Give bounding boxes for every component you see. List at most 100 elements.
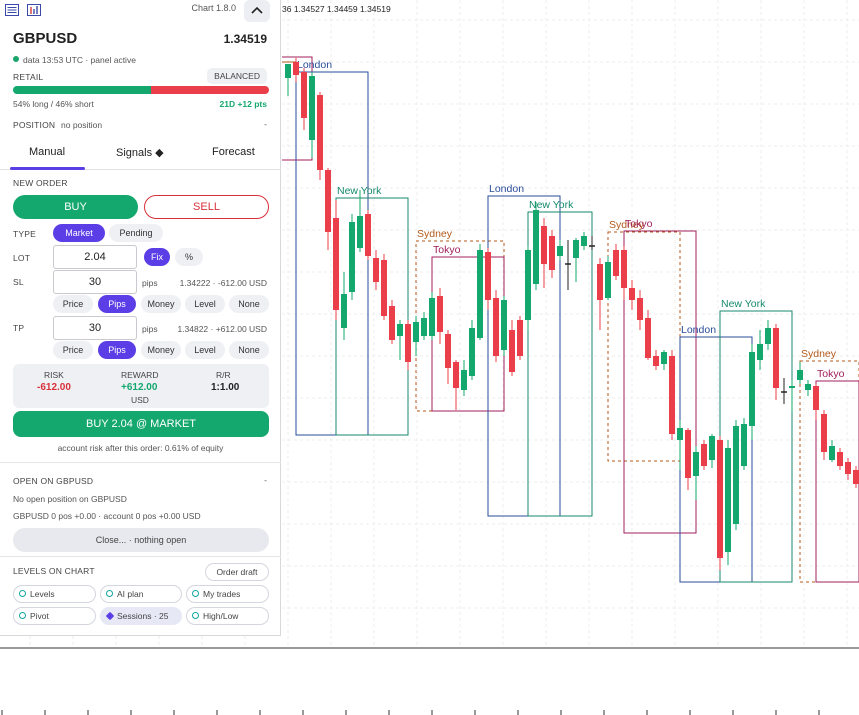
open-positions-dash: - xyxy=(264,475,267,485)
divider xyxy=(0,556,281,557)
tp-unit-price[interactable]: Price xyxy=(53,341,93,359)
chip-sessions[interactable]: Sessions · 25 xyxy=(100,607,182,625)
tp-unit-pips[interactable]: Pips xyxy=(98,341,136,359)
order-draft-button[interactable]: Order draft xyxy=(205,563,269,581)
open-positions-status: No open position on GBPUSD xyxy=(13,494,127,504)
candle-body xyxy=(413,322,419,342)
type-pending-button[interactable]: Pending xyxy=(109,224,163,242)
candle-body xyxy=(381,260,387,316)
session-label: Tokyo xyxy=(625,218,653,230)
chip-pivot[interactable]: Pivot xyxy=(13,607,96,625)
tp-label: TP xyxy=(13,323,25,333)
candle-body xyxy=(805,384,811,390)
tp-unit-money[interactable]: Money xyxy=(141,341,181,359)
session-label: Tokyo xyxy=(433,244,461,256)
sell-button[interactable]: SELL xyxy=(144,195,269,219)
candle-body xyxy=(549,236,555,270)
candle-body xyxy=(301,72,307,118)
candle-body xyxy=(365,214,371,256)
session-label: Sydney xyxy=(801,348,837,360)
retail-sentiment-bar xyxy=(13,86,269,94)
sl-unit-none[interactable]: None xyxy=(229,295,269,313)
candle-body xyxy=(477,250,483,338)
retail-sentiment-badge: BALANCED xyxy=(207,68,267,84)
candle-body xyxy=(613,250,619,276)
chip-my-trades[interactable]: My trades xyxy=(186,585,269,603)
session-box xyxy=(295,71,369,436)
candle-body xyxy=(629,288,635,300)
candle-body xyxy=(693,452,699,476)
lot-percent-button[interactable]: % xyxy=(175,248,203,266)
candle-body xyxy=(597,264,603,300)
session-label: Tokyo xyxy=(817,368,845,380)
lot-fix-button[interactable]: Fix xyxy=(144,248,170,266)
chart-settings-icon[interactable] xyxy=(27,4,41,18)
open-positions-summary: GBPUSD 0 pos +0.00 · account 0 pos +0.00… xyxy=(13,511,201,521)
candle-body xyxy=(293,62,299,75)
close-positions-button[interactable]: Close... · nothing open xyxy=(13,528,269,552)
candle-body xyxy=(405,324,411,362)
chart-workspace[interactable]: London New York Sydney Tokyo London New York S… xyxy=(0,0,859,715)
candle-body xyxy=(453,362,459,388)
candle-body xyxy=(605,262,611,298)
session-label: London xyxy=(489,183,524,195)
buy-button[interactable]: BUY xyxy=(13,195,138,219)
candle-body xyxy=(501,300,507,350)
candle-body xyxy=(789,386,795,388)
long-fill xyxy=(13,86,152,94)
session-label: London xyxy=(681,324,716,336)
data-status: data 13:53 UTC · panel active xyxy=(13,55,136,65)
levels-title: LEVELS ON CHART xyxy=(13,566,95,576)
collapse-panel-button[interactable] xyxy=(244,0,270,22)
candle-body xyxy=(677,428,683,440)
candle-body xyxy=(437,296,443,332)
candle-body xyxy=(669,356,675,434)
time-axis-ticks xyxy=(1,710,820,715)
candle-body xyxy=(421,318,427,336)
candle-body xyxy=(741,424,747,466)
candle-body xyxy=(757,344,763,360)
candle-body xyxy=(773,328,779,388)
candle-body xyxy=(341,294,347,328)
candle-body xyxy=(709,436,715,460)
candle-body xyxy=(317,95,323,170)
tab-manual[interactable]: Manual xyxy=(29,146,65,158)
sl-unit-money[interactable]: Money xyxy=(141,295,181,313)
session-label: London xyxy=(297,59,332,71)
chip-ai-plan[interactable]: AI plan xyxy=(100,585,182,603)
tp-unit-level[interactable]: Level xyxy=(185,341,225,359)
list-icon[interactable] xyxy=(5,4,19,18)
candle-body xyxy=(829,446,835,460)
chip-levels[interactable]: Levels xyxy=(13,585,96,603)
rr-label: R/R xyxy=(216,370,231,380)
submit-order-button[interactable]: BUY 2.04 @ MARKET xyxy=(13,411,269,437)
position-label: POSITION xyxy=(13,120,56,130)
tp-info: 1.34822 · +612.00 USD xyxy=(177,324,267,334)
open-positions-title: OPEN ON GBPUSD xyxy=(13,476,94,486)
candle-body xyxy=(397,324,403,336)
divider xyxy=(0,462,281,463)
tab-signals[interactable]: Signals ◆ xyxy=(116,146,164,159)
tp-input[interactable]: 30 xyxy=(53,316,137,340)
tp-unit-none[interactable]: None xyxy=(229,341,269,359)
candle-body xyxy=(573,240,579,258)
candle-body xyxy=(469,328,475,376)
sl-unit-price[interactable]: Price xyxy=(53,295,93,313)
chip-high-low[interactable]: High/Low xyxy=(186,607,269,625)
candle-body xyxy=(637,298,643,320)
risk-reward-summary: RISK -612.00 REWARD +612.00 USD R/R 1:1.… xyxy=(13,364,269,408)
sl-unit-level[interactable]: Level xyxy=(185,295,225,313)
type-market-button[interactable]: Market xyxy=(53,224,105,242)
lot-input[interactable]: 2.04 xyxy=(53,245,137,269)
candle-body xyxy=(349,222,355,292)
sl-input[interactable]: 30 xyxy=(53,270,137,294)
sl-unit-pips[interactable]: Pips xyxy=(98,295,136,313)
sl-info: 1.34222 · -612.00 USD xyxy=(179,278,267,288)
toggle-ring-icon xyxy=(19,590,26,597)
risk-note: account risk after this order: 0.61% of … xyxy=(57,443,224,453)
candle-body xyxy=(645,318,651,358)
new-order-label: NEW ORDER xyxy=(13,178,68,188)
tab-forecast[interactable]: Forecast xyxy=(212,146,255,158)
candle-body xyxy=(509,330,515,372)
candle-body xyxy=(661,352,667,364)
